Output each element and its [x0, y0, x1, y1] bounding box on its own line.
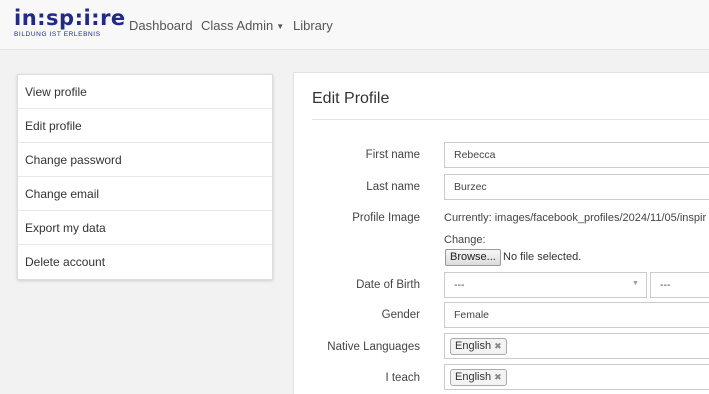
sidebar-item-change-password[interactable]: Change password	[18, 143, 272, 177]
sidebar-item-delete-account[interactable]: Delete account	[18, 245, 272, 279]
nav-library[interactable]: Library	[293, 18, 333, 33]
brand-tagline: BILDUNG IST ERLEBNIS	[14, 31, 101, 38]
browse-button[interactable]: Browse...	[445, 249, 501, 266]
dob-label: Date of Birth	[356, 279, 420, 291]
i-teach-label: I teach	[385, 372, 420, 384]
dob-month-select[interactable]: ---	[650, 272, 709, 298]
tag-label: English	[455, 371, 492, 383]
chevron-down-icon: ▼	[632, 280, 639, 287]
change-image-label: Change:	[444, 234, 486, 246]
first-name-label: First name	[365, 149, 420, 161]
caret-down-icon: ▼	[276, 22, 285, 32]
profile-image-label: Profile Image	[352, 212, 420, 224]
native-language-tag: English ✖	[450, 338, 507, 355]
native-languages-input[interactable]: English ✖	[444, 333, 709, 359]
first-name-field[interactable]: Rebecca	[444, 142, 709, 168]
page-title: Edit Profile	[312, 90, 390, 107]
tag-label: English	[455, 340, 492, 352]
i-teach-input[interactable]: English ✖	[444, 364, 709, 390]
current-image-path[interactable]: Currently: images/facebook_profiles/2024…	[444, 212, 706, 224]
last-name-label: Last name	[366, 181, 420, 193]
remove-tag-icon[interactable]: ✖	[494, 341, 502, 351]
teach-language-tag: English ✖	[450, 369, 507, 386]
file-status: No file selected.	[503, 251, 582, 263]
last-name-field[interactable]: Burzec	[444, 174, 709, 200]
remove-tag-icon[interactable]: ✖	[494, 372, 502, 382]
app-window: in:sp:i:re BILDUNG IST ERLEBNIS Dashboar…	[0, 0, 709, 394]
sidebar-item-edit-profile[interactable]: Edit profile	[18, 109, 272, 143]
nav-class-admin-label: Class Admin	[201, 18, 274, 33]
brand-name: in:sp:i:re	[14, 6, 126, 30]
native-languages-label: Native Languages	[327, 341, 420, 353]
gender-select[interactable]: Female	[444, 302, 709, 328]
dob-day-value: ---	[454, 279, 465, 291]
edit-profile-panel: Edit Profile First name Rebecca Last nam…	[293, 72, 709, 394]
sidebar-item-change-email[interactable]: Change email	[18, 177, 272, 211]
sidebar-item-view-profile[interactable]: View profile	[18, 75, 272, 109]
sidebar-item-export-data[interactable]: Export my data	[18, 211, 272, 245]
top-navbar: in:sp:i:re BILDUNG IST ERLEBNIS Dashboar…	[0, 0, 709, 50]
nav-dashboard[interactable]: Dashboard	[129, 18, 193, 33]
profile-sidebar: View profile Edit profile Change passwor…	[17, 74, 273, 280]
dob-day-select[interactable]: --- ▼	[444, 272, 647, 298]
nav-class-admin[interactable]: Class Admin ▼	[201, 18, 284, 33]
gender-label: Gender	[381, 309, 420, 321]
dob-month-value: ---	[660, 279, 671, 291]
title-divider	[312, 119, 709, 120]
brand-logo[interactable]: in:sp:i:re BILDUNG IST ERLEBNIS	[14, 6, 126, 38]
